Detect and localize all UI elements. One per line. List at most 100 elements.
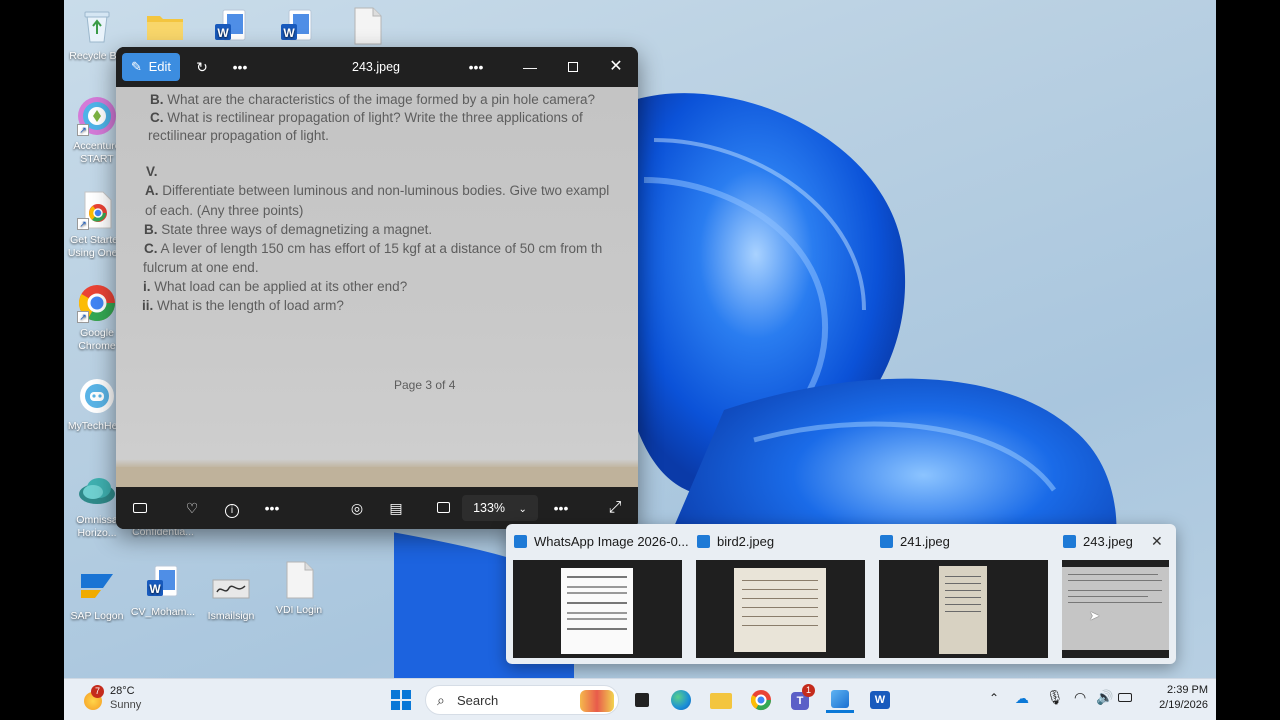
task-view-icon	[635, 693, 649, 707]
viewer-toolbar: ♡ i ••• ◎ ▤ 133% ⌄ ••• ⤢	[116, 487, 638, 529]
minimize-icon: —	[523, 59, 537, 75]
zoom-select[interactable]: 133% ⌄	[462, 495, 538, 521]
more-icon: •••	[468, 59, 484, 75]
photos-app-icon	[880, 535, 893, 548]
search-highlight-icon	[580, 690, 614, 712]
scan-text-icon: ▤	[389, 500, 403, 516]
svg-text:W: W	[149, 582, 161, 596]
preview-image	[879, 560, 1048, 658]
doc-line: A. Differentiate between luminous and no…	[145, 183, 610, 198]
word-doc-icon[interactable]: W	[264, 6, 330, 50]
shortcut-arrow-icon: ↗	[77, 311, 89, 323]
scan-text-button[interactable]: ▤	[384, 495, 408, 521]
text-file-icon[interactable]	[334, 6, 400, 50]
edge-button[interactable]	[667, 687, 695, 713]
more-button[interactable]: •••	[260, 495, 284, 521]
info-icon: i	[225, 504, 239, 518]
word-doc-glyph: W	[211, 6, 251, 46]
paper-edge	[116, 459, 638, 467]
chrome-icon	[750, 690, 772, 711]
filmstrip-button[interactable]	[128, 495, 152, 521]
page-number: Page 3 of 4	[394, 378, 456, 392]
vdi-login-label: VDI Login	[275, 604, 323, 616]
preview-bird2[interactable]: bird2.jpeg	[689, 524, 872, 664]
edit-icon: ✎	[131, 59, 142, 74]
onedrive-icon[interactable]: ☁	[1015, 690, 1029, 707]
more-options-button[interactable]: •••	[226, 53, 254, 81]
file-explorer-button[interactable]	[707, 687, 735, 713]
preview-whatsapp[interactable]: WhatsApp Image 2026-0...	[506, 524, 689, 664]
wifi-icon[interactable]: ◠	[1074, 689, 1086, 706]
word-doc-glyph: W	[277, 6, 317, 46]
bottom-more-button[interactable]: •••	[549, 495, 573, 521]
photos-app-icon	[697, 535, 710, 548]
mouse-cursor-icon: ➤	[1089, 608, 1100, 623]
table-edge	[116, 465, 638, 487]
teams-button[interactable]: T 1	[786, 684, 815, 713]
microphone-icon[interactable]: 🎙	[1046, 689, 1064, 706]
accenture-start-glyph: ↗	[77, 96, 117, 136]
battery-icon[interactable]	[1118, 693, 1132, 702]
close-button[interactable]: ✕	[602, 53, 630, 81]
show-hidden-icons-button[interactable]: ⌃	[989, 691, 999, 705]
volume-icon[interactable]: 🔊	[1096, 689, 1113, 706]
edit-label: Edit	[148, 59, 171, 74]
svg-text:W: W	[283, 26, 295, 40]
cv-word-glyph: W	[143, 562, 183, 602]
more-icon: •••	[264, 500, 280, 516]
window-title: 243.jpeg	[352, 60, 400, 74]
search-icon: ⌕	[437, 692, 445, 708]
word-button[interactable]: W	[866, 687, 894, 713]
folder-icon	[710, 693, 732, 709]
cv-mohammed-icon[interactable]: W CV_Moham...	[130, 562, 196, 619]
info-button[interactable]: i	[220, 495, 244, 521]
favorite-button[interactable]: ♡	[180, 495, 204, 521]
fullscreen-button[interactable]: ⤢	[603, 495, 627, 521]
maximize-icon	[568, 62, 578, 72]
visual-search-button[interactable]: ◎	[345, 495, 369, 521]
fit-window-button[interactable]	[431, 495, 455, 521]
photos-button[interactable]	[826, 687, 854, 713]
preview-241[interactable]: 241.jpeg	[872, 524, 1055, 664]
recycle-bin-glyph	[77, 6, 117, 46]
doc-line: ii. What is the length of load arm?	[142, 298, 344, 313]
preview-243[interactable]: 243.jpeg ✕ ➤	[1055, 524, 1176, 664]
fit-icon	[436, 502, 450, 513]
close-icon: ✕	[609, 58, 623, 75]
rotate-button[interactable]: ↻	[188, 53, 216, 81]
mytechhelp-glyph	[77, 376, 117, 416]
word-doc-icon[interactable]: W	[198, 6, 264, 50]
title-bar: ✎ Edit ↻ ••• 243.jpeg ••• — ✕	[116, 47, 638, 87]
preview-close-button[interactable]: ✕	[1151, 533, 1163, 550]
omnissa-glyph	[77, 470, 117, 510]
taskbar-search[interactable]: ⌕ Search	[425, 685, 619, 715]
folder-icon[interactable]	[132, 6, 198, 50]
visual-search-icon: ◎	[350, 500, 364, 516]
task-view-button[interactable]	[627, 687, 655, 713]
doc-line: fulcrum at one end.	[143, 260, 259, 275]
edge-icon	[671, 690, 691, 710]
chrome-button[interactable]	[747, 687, 775, 713]
edit-button[interactable]: ✎ Edit	[122, 53, 180, 81]
chrome-glyph: ↗	[77, 283, 117, 323]
heart-icon: ♡	[185, 500, 199, 516]
doc-line: B. State three ways of demagnetizing a m…	[144, 222, 433, 237]
ismailsign-icon[interactable]: Ismailsign	[198, 566, 264, 623]
doc-line: rectilinear propagation of light.	[148, 128, 329, 143]
clock[interactable]: 2:39 PM 2/19/2026	[1144, 684, 1208, 711]
taskbar-preview-panel: WhatsApp Image 2026-0... bird2.jpeg 241.…	[506, 524, 1176, 664]
doc-line: B. What are the characteristics of the i…	[150, 92, 595, 107]
minimize-button[interactable]: —	[516, 53, 544, 81]
preview-image: ➤	[1062, 560, 1169, 658]
weather-widget[interactable]: 7 28°C Sunny	[82, 684, 162, 716]
maximize-button[interactable]	[559, 53, 587, 81]
photo-viewer-window: ✎ Edit ↻ ••• 243.jpeg ••• — ✕ B. What ar…	[116, 47, 638, 529]
close-icon: ✕	[1151, 533, 1163, 549]
preview-title: 243.jpeg	[1063, 534, 1133, 549]
windows-logo-icon	[391, 690, 411, 710]
start-button[interactable]	[387, 687, 415, 713]
vdi-login-icon[interactable]: VDI Login	[266, 560, 332, 617]
doc-line: of each. (Any three points)	[145, 203, 304, 218]
title-more-button[interactable]: •••	[462, 53, 490, 81]
sap-logon-icon[interactable]: SAP Logon	[64, 566, 130, 623]
